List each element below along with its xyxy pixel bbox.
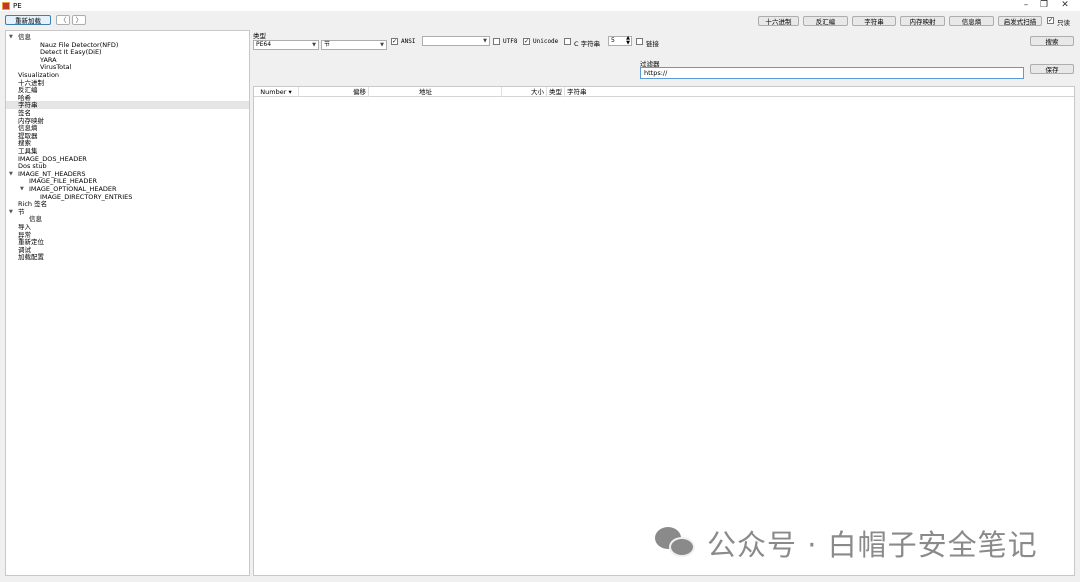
stepper-arrows-icon[interactable]: ▲ ▼ xyxy=(626,36,630,46)
disasm-button[interactable]: 反汇编 xyxy=(803,16,848,26)
c-string-checkbox[interactable] xyxy=(564,38,571,45)
unicode-label: Unicode xyxy=(533,38,559,45)
nav-tree: ▼ 信息 Nauz File Detector(NFD) Detect It Easy… xyxy=(5,30,250,576)
app-icon xyxy=(2,1,10,10)
unicode-checkbox[interactable]: ✓ xyxy=(523,38,530,45)
watermark: 公众号 · 白帽子安全笔记 xyxy=(655,522,1038,564)
heuristic-scan-button[interactable]: 启发式扫描 xyxy=(998,16,1042,26)
chevron-down-icon: ▼ xyxy=(483,38,487,44)
column-header-type[interactable]: 类型 xyxy=(547,87,565,97)
tree-item[interactable]: 信息 xyxy=(18,33,31,41)
tree-item[interactable]: IMAGE_DIRECTORY_ENTRIES xyxy=(40,193,132,201)
reload-button[interactable]: 重新加载 xyxy=(5,15,51,25)
ansi-label: ANSI xyxy=(401,38,416,45)
encoding-select[interactable]: ▼ xyxy=(422,36,490,46)
strings-button[interactable]: 字符串 xyxy=(852,16,896,26)
c-string-label: C 字符串 xyxy=(574,40,601,48)
forward-button[interactable]: 〉 xyxy=(72,15,86,25)
section-select[interactable]: 节 ▼ xyxy=(321,40,387,50)
column-header-string[interactable]: 字符串 xyxy=(565,87,1076,97)
chevron-down-icon: ▼ xyxy=(312,42,316,48)
sort-desc-icon: ▾ xyxy=(288,88,292,96)
readonly-checkbox[interactable]: ✓ xyxy=(1047,17,1054,24)
search-button[interactable]: 搜索 xyxy=(1030,36,1074,46)
column-header-number[interactable]: Number ▾ xyxy=(254,87,299,97)
tree-item[interactable]: 加载配置 xyxy=(18,253,44,261)
min-length-stepper[interactable]: 5 ▲ ▼ xyxy=(608,36,632,46)
close-icon[interactable]: ✕ xyxy=(1057,0,1073,10)
hex-button[interactable]: 十六进制 xyxy=(758,16,799,26)
save-button[interactable]: 保存 xyxy=(1030,64,1074,74)
tree-selection-highlight xyxy=(6,101,249,110)
ansi-checkbox[interactable]: ✓ xyxy=(391,38,398,45)
type-select[interactable]: PE64 ▼ xyxy=(253,40,319,50)
expand-arrow-icon[interactable]: ▼ xyxy=(20,186,24,192)
column-header-size[interactable]: 大小 xyxy=(502,87,547,97)
utf8-checkbox[interactable] xyxy=(493,38,500,45)
links-checkbox[interactable] xyxy=(636,38,643,45)
chevron-down-icon: ▼ xyxy=(380,42,384,48)
tree-item[interactable]: 节 xyxy=(18,208,25,216)
strings-table[interactable]: Number ▾ 偏移 地址 大小 类型 字符串 xyxy=(253,86,1075,576)
title-bar: PE xyxy=(0,0,1080,11)
minimize-icon[interactable]: – xyxy=(1018,0,1034,10)
window-title: PE xyxy=(13,1,22,10)
column-header-offset[interactable]: 偏移 xyxy=(299,87,369,97)
back-button[interactable]: 〈 xyxy=(56,15,70,25)
wechat-icon xyxy=(655,525,697,561)
readonly-label: 只读 xyxy=(1057,19,1070,27)
watermark-text: 公众号 · 白帽子安全笔记 xyxy=(707,528,1038,562)
utf8-label: UTF8 xyxy=(503,38,518,45)
column-header-address[interactable]: 地址 xyxy=(369,87,502,97)
expand-arrow-icon[interactable]: ▼ xyxy=(9,171,13,177)
table-header: Number ▾ 偏移 地址 大小 类型 字符串 xyxy=(254,87,1074,97)
expand-arrow-icon[interactable]: ▼ xyxy=(9,209,13,215)
restore-icon[interactable]: ❐ xyxy=(1036,0,1052,10)
expand-arrow-icon[interactable]: ▼ xyxy=(9,34,13,40)
entropy-button[interactable]: 信息熵 xyxy=(949,16,994,26)
links-label: 链接 xyxy=(646,40,659,48)
memmap-button[interactable]: 内存映射 xyxy=(900,16,945,26)
filter-input[interactable]: https:// xyxy=(640,67,1024,79)
type-label: 类型 xyxy=(253,32,266,40)
